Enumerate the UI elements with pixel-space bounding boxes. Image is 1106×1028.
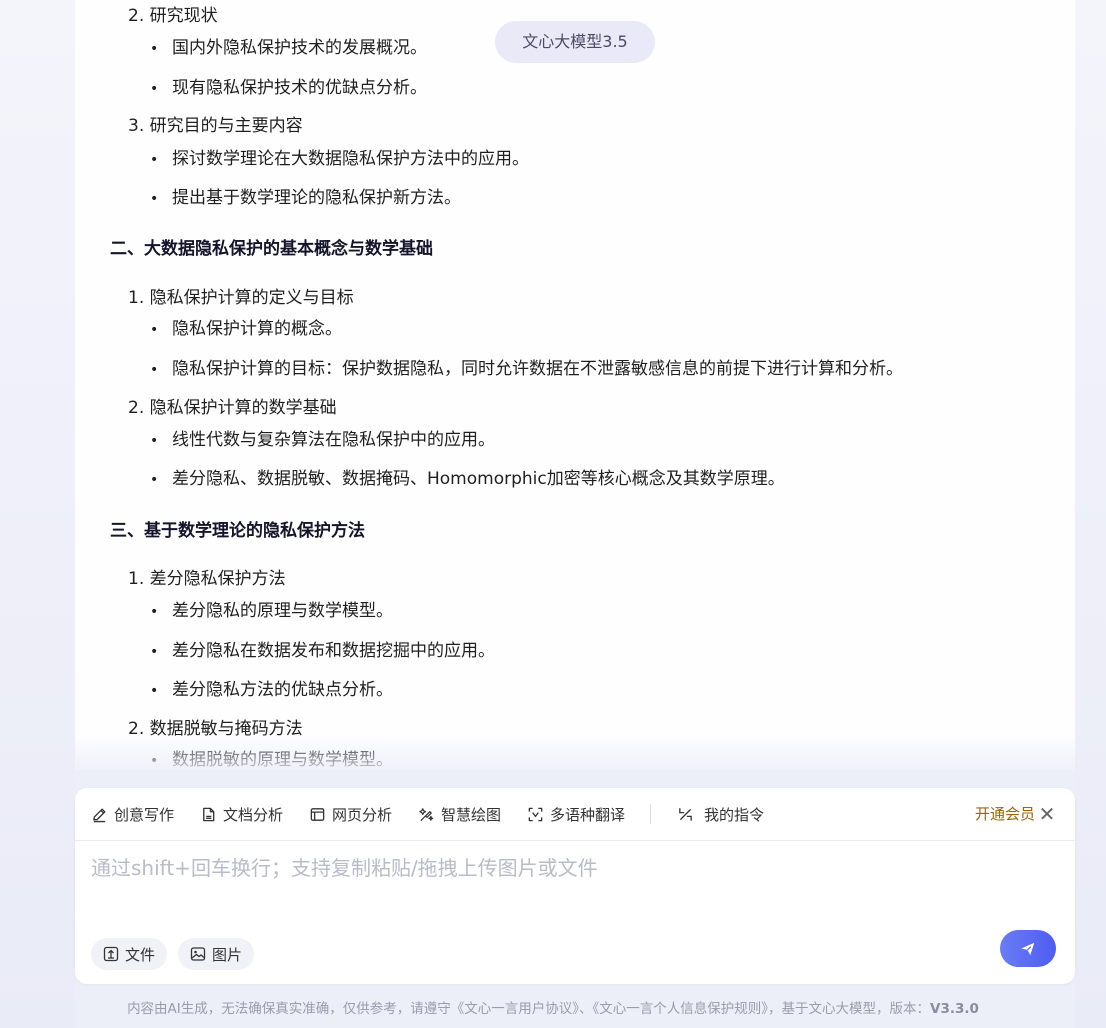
list-item-heading: 2. 研究现状 bbox=[128, 6, 218, 26]
section-heading: 三、基于数学理论的隐私保护方法 bbox=[110, 521, 365, 541]
my-commands-button[interactable]: 我的指令 bbox=[677, 803, 764, 825]
translate-icon bbox=[528, 807, 543, 821]
chat-input[interactable]: 通过shift+回车换行；支持复制粘贴/拖拽上传图片或文件 bbox=[91, 852, 598, 881]
paint-icon bbox=[419, 807, 434, 821]
tool-label: 文档分析 bbox=[223, 805, 284, 824]
image-upload-button[interactable]: 图片 bbox=[178, 938, 255, 970]
tool-bar: 创意写作 文档分析 网页分析 智慧绘图 多语种翻译 我的指令 开通会员 ✕ bbox=[75, 788, 1075, 841]
tool-label: 网页分析 bbox=[332, 805, 393, 824]
tool-label: 智慧绘图 bbox=[441, 805, 502, 824]
model-badge: 文心大模型3.5 bbox=[495, 21, 655, 63]
close-icon[interactable]: ✕ bbox=[1037, 803, 1057, 825]
vip-link[interactable]: 开通会员 bbox=[975, 803, 1035, 825]
list-item-heading: 1. 差分隐私保护方法 bbox=[128, 569, 286, 589]
list-item-heading: 2. 数据脱敏与掩码方法 bbox=[128, 719, 303, 739]
list-item: • 国内外隐私保护技术的发展概况。 bbox=[150, 38, 427, 58]
left-background bbox=[0, 0, 75, 1028]
attach-label: 文件 bbox=[125, 945, 156, 964]
version-text: V3.3.0 bbox=[930, 1001, 979, 1017]
list-item: • 线性代数与复杂算法在隐私保护中的应用。 bbox=[150, 430, 495, 450]
input-panel: 创意写作 文档分析 网页分析 智慧绘图 多语种翻译 我的指令 开通会员 ✕ 通过… bbox=[75, 788, 1075, 984]
list-item-heading: 1. 隐私保护计算的定义与目标 bbox=[128, 288, 354, 308]
send-button[interactable] bbox=[1000, 930, 1056, 967]
list-item-heading: 2. 隐私保护计算的数学基础 bbox=[128, 398, 337, 418]
list-item: • 提出基于数学理论的隐私保护新方法。 bbox=[150, 188, 461, 208]
list-item: • 差分隐私方法的优缺点分析。 bbox=[150, 680, 393, 700]
upload-icon bbox=[103, 946, 119, 962]
list-item: • 隐私保护计算的概念。 bbox=[150, 319, 342, 339]
list-item: • 差分隐私、数据脱敏、数据掩码、Homomorphic加密等核心概念及其数学原理… bbox=[150, 469, 785, 489]
chat-response-area: 2. 研究现状 • 国内外隐私保护技术的发展概况。 • 现有隐私保护技术的优缺点分析… bbox=[75, 0, 1075, 770]
list-item: • 差分隐私在数据发布和数据挖掘中的应用。 bbox=[150, 641, 495, 661]
list-item: • 现有隐私保护技术的优缺点分析。 bbox=[150, 78, 427, 98]
tool-label: 创意写作 bbox=[114, 805, 175, 824]
toolbar-divider bbox=[650, 804, 651, 824]
file-upload-button[interactable]: 文件 bbox=[91, 938, 168, 970]
list-item-heading: 3. 研究目的与主要内容 bbox=[128, 116, 303, 136]
doc-analysis-button[interactable]: 文档分析 bbox=[200, 803, 283, 825]
list-item: • 数据脱敏的原理与数学模型。 bbox=[150, 750, 393, 770]
tool-label: 我的指令 bbox=[704, 805, 765, 824]
pen-icon bbox=[93, 808, 106, 822]
list-item: • 差分隐私的原理与数学模型。 bbox=[150, 601, 393, 621]
creative-writing-button[interactable]: 创意写作 bbox=[91, 803, 174, 825]
right-background bbox=[1075, 0, 1106, 1028]
list-item: • 探讨数学理论在大数据隐私保护方法中的应用。 bbox=[150, 149, 529, 169]
attach-label: 图片 bbox=[212, 945, 243, 964]
webpage-icon bbox=[310, 807, 325, 821]
document-icon bbox=[203, 807, 215, 821]
section-heading: 二、大数据隐私保护的基本概念与数学基础 bbox=[110, 239, 433, 259]
translate-button[interactable]: 多语种翻译 bbox=[527, 803, 625, 825]
send-icon bbox=[1021, 942, 1035, 955]
command-icon bbox=[679, 807, 692, 821]
disclaimer-text: 内容由AI生成，无法确保真实准确，仅供参考，请遵守《文心一言用户协议》、《文心一… bbox=[127, 1001, 931, 1017]
web-analysis-button[interactable]: 网页分析 bbox=[309, 803, 392, 825]
disclaimer-footer: 内容由AI生成，无法确保真实准确，仅供参考，请遵守《文心一言用户协议》、《文心一… bbox=[0, 997, 1106, 1017]
smart-drawing-button[interactable]: 智慧绘图 bbox=[418, 803, 501, 825]
tool-label: 多语种翻译 bbox=[550, 805, 626, 824]
list-item: • 隐私保护计算的目标：保护数据隐私，同时允许数据在不泄露敏感信息的前提下进行计算… bbox=[150, 359, 903, 379]
image-icon bbox=[190, 947, 206, 961]
